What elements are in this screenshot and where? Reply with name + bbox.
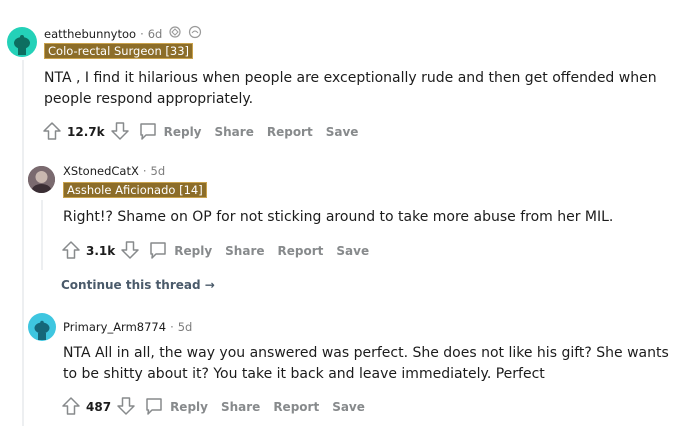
timestamp[interactable]: 5d (178, 320, 193, 334)
upvote-icon[interactable] (42, 121, 62, 144)
comment-actions: 3.1k Reply Share Report Save (61, 240, 382, 263)
user-flair: Asshole Aficionado [14] (63, 182, 207, 198)
reply-button[interactable]: Reply (148, 240, 212, 263)
upvote-icon[interactable] (61, 240, 81, 263)
reply-button[interactable]: Reply (138, 121, 202, 144)
reply-label: Reply (163, 125, 202, 139)
reply-button[interactable]: Reply (144, 396, 208, 419)
report-button[interactable]: Report (273, 400, 319, 414)
reply-label: Reply (174, 244, 213, 258)
vote-score: 12.7k (67, 125, 105, 139)
award-icon[interactable] (168, 25, 182, 42)
separator: · (142, 164, 147, 178)
vote-score: 3.1k (86, 244, 116, 258)
comment-body: NTA , I find it hilarious when people ar… (44, 70, 657, 107)
save-button[interactable]: Save (332, 400, 365, 414)
arrow-right-icon: → (204, 278, 215, 292)
vote-score: 487 (86, 400, 112, 414)
comment-meta: eatthebunnytoo · 6d (44, 25, 202, 42)
author-name[interactable]: Primary_Arm8774 (63, 320, 166, 334)
downvote-icon[interactable] (116, 396, 136, 419)
thread-line-reply[interactable] (41, 200, 43, 270)
separator: · (140, 26, 144, 41)
upvote-icon[interactable] (61, 396, 81, 419)
report-button[interactable]: Report (278, 244, 324, 258)
user-avatar-icon (28, 166, 55, 193)
separator: · (170, 320, 174, 334)
comment-meta: Primary_Arm8774 · 5d (63, 320, 192, 334)
timestamp[interactable]: 5d (151, 164, 166, 178)
award-icon[interactable] (188, 25, 202, 42)
vote-controls: 12.7k (42, 121, 130, 144)
vote-controls: 487 (61, 396, 136, 419)
continue-thread-link[interactable]: Continue this thread → (61, 278, 215, 292)
save-button[interactable]: Save (336, 244, 369, 258)
report-button[interactable]: Report (267, 125, 313, 139)
save-button[interactable]: Save (326, 125, 359, 139)
snoo-avatar-icon (14, 35, 30, 55)
comment-body: Right!? Shame on OP for not sticking aro… (63, 209, 614, 225)
avatar[interactable] (28, 166, 55, 193)
thread-line-root[interactable] (22, 60, 24, 426)
continue-thread-label: Continue this thread (61, 278, 201, 292)
downvote-icon[interactable] (110, 121, 130, 144)
share-button[interactable]: Share (215, 125, 254, 139)
comment-actions: 487 Reply Share Report Save (61, 396, 378, 419)
reply-label: Reply (170, 400, 208, 414)
downvote-icon[interactable] (120, 240, 140, 263)
user-flair: Colo-rectal Surgeon [33] (44, 43, 194, 59)
timestamp[interactable]: 6d (148, 27, 163, 41)
comment-meta: XStonedCatX · 5d (63, 164, 165, 178)
vote-controls: 3.1k (61, 240, 140, 263)
share-button[interactable]: Share (225, 244, 264, 258)
avatar[interactable] (7, 27, 37, 57)
reply-icon (138, 121, 158, 144)
avatar[interactable] (28, 313, 56, 341)
reply-icon (148, 240, 168, 263)
reply-icon (144, 396, 164, 419)
author-name[interactable]: eatthebunnytoo (44, 27, 136, 41)
snoo-avatar-icon (34, 320, 50, 340)
comment-body: NTA All in all, the way you answered was… (63, 345, 669, 382)
share-button[interactable]: Share (221, 400, 260, 414)
comment-actions: 12.7k Reply Share Report Save (42, 121, 371, 144)
author-name[interactable]: XStonedCatX (63, 164, 139, 178)
